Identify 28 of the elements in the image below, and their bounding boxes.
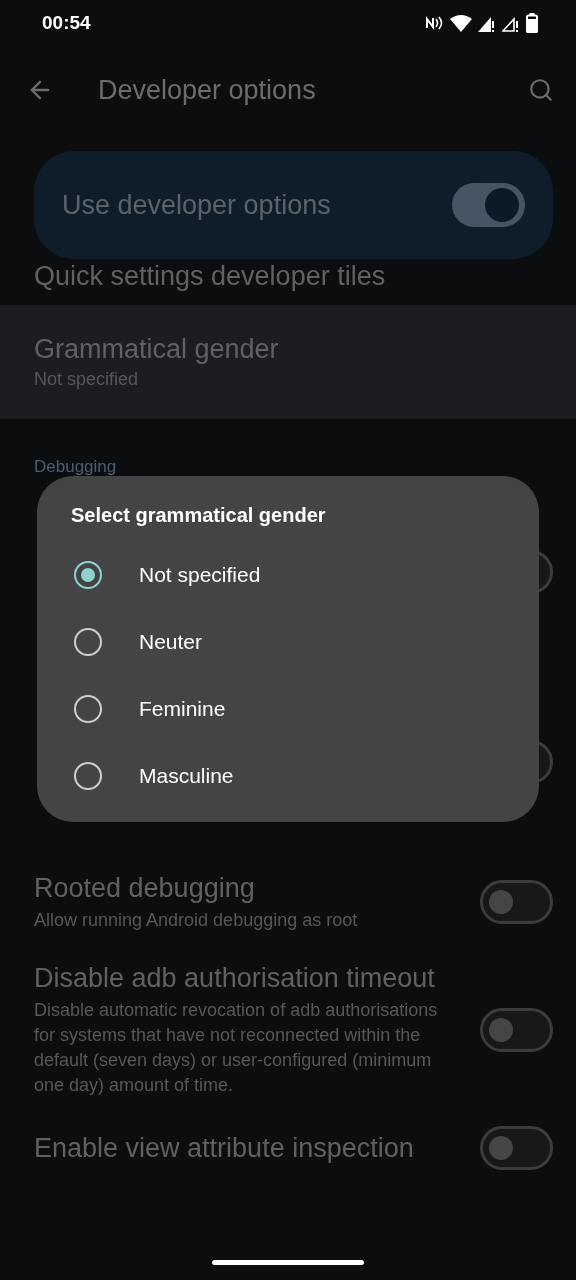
radio-button[interactable] [74,560,102,589]
option-label[interactable]: Not specified [139,562,261,587]
radio-button[interactable] [74,627,102,656]
option-label[interactable]: Feminine [139,696,226,721]
setting-description: Disable automatic revocation of adb authorisations for systems that have not reconnected within the default (seven days) or user-configured (minimum one day) amount of time. [34,999,439,1097]
toggle-switch[interactable] [480,1007,553,1052]
nfc-icon [426,16,444,30]
setting-title: Rooted debugging [34,872,256,905]
wifi-icon [450,14,472,32]
toggle-switch[interactable] [480,1126,553,1170]
setting-description: Allow running Android debugging as root [34,909,359,932]
setting-title: Disable adb authorisation timeout [34,962,436,995]
setting-title: Grammatical gender [34,333,280,366]
toggle-switch[interactable] [452,183,525,227]
toggle-switch[interactable] [480,880,553,924]
setting-value: Not specified [34,368,140,391]
option-label[interactable]: Masculine [139,763,234,788]
dialog-title: Select grammatical gender [71,504,327,527]
radio-button[interactable] [74,694,102,723]
main-switch-label: Use developer options [62,189,331,221]
option-label[interactable]: Neuter [139,629,203,654]
page-title: Developer options [98,74,317,106]
radio-button[interactable] [74,761,102,790]
section-header: Debugging [33,456,118,477]
signal-icon [502,14,520,32]
setting-title: Enable view attribute inspection [34,1131,415,1165]
battery-icon [526,13,538,33]
status-time: 00:54 [42,12,91,34]
